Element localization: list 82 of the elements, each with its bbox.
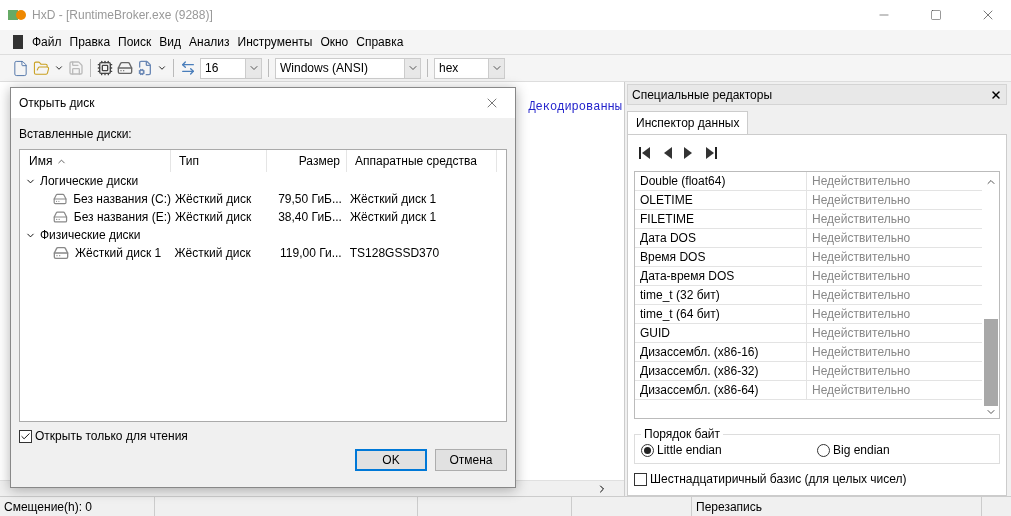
disk-hardware: TS128GSSD370	[348, 246, 441, 260]
offset-base-dropdown[interactable]: hex	[434, 57, 505, 79]
type-value: Недействительно	[811, 306, 912, 323]
panel-title: Специальные редакторы	[632, 87, 773, 102]
type-value: Недействительно	[811, 249, 912, 266]
width-icon[interactable]	[180, 60, 196, 76]
disk-hardware: Жёсткий диск 1	[348, 210, 438, 224]
type-value: Недействительно	[811, 268, 912, 285]
type-value: Недействительно	[811, 344, 912, 361]
column-header[interactable]: Тип	[171, 150, 267, 172]
menu-item[interactable]: Файл	[28, 35, 66, 49]
disk-hardware: Жёсткий диск 1	[348, 192, 438, 206]
column-header[interactable]: Имя	[21, 150, 171, 172]
type-name: Время DOS	[635, 248, 807, 266]
disk-row[interactable]: Без названия (C:) Жёсткий диск 79,50 ГиБ... Жёсткий диск 1	[21, 190, 505, 208]
dialog-button[interactable]: Отмена	[435, 449, 507, 471]
menu-item[interactable]: Справка	[352, 35, 408, 49]
type-value: Недействительно	[811, 173, 912, 190]
type-name: GUID	[635, 324, 807, 342]
menu-item[interactable]: Вид	[155, 35, 186, 49]
menu-item[interactable]: Анализ	[185, 35, 234, 49]
close-icon[interactable]	[990, 88, 1002, 101]
checkbox[interactable]: Открыть только для чтения	[19, 429, 507, 443]
check-icon	[20, 430, 31, 442]
file-icon[interactable]	[137, 60, 153, 76]
new-file-icon[interactable]	[12, 59, 29, 77]
type-name: Дата DOS	[635, 229, 807, 247]
maximize-icon	[930, 9, 942, 21]
tree-group[interactable]: Физические диски	[21, 226, 505, 244]
type-value: Недействительно	[811, 230, 912, 247]
caret-icon[interactable]	[157, 63, 167, 73]
type-name: time_t (64 бит)	[635, 305, 807, 323]
type-value: Недействительно	[811, 325, 912, 342]
disk-row[interactable]: Жёсткий диск 1 Жёсткий диск 119,00 Ги... TS128GSSD370	[21, 244, 505, 262]
type-name: Дата-время DOS	[635, 267, 807, 285]
charset-dropdown[interactable]: Windows (ANSI)	[275, 57, 421, 79]
menu-item[interactable]: Инструменты	[233, 35, 317, 49]
type-name: Double (float64)	[635, 172, 807, 190]
status-text: Перезапись	[692, 496, 982, 516]
column-header[interactable]: Размер	[267, 150, 347, 172]
disk-type: Жёсткий диск	[174, 192, 253, 206]
type-value: Недействительно	[811, 211, 912, 228]
type-value: Недействительно	[811, 192, 912, 209]
menu-item[interactable]: Поиск	[114, 35, 156, 49]
list-label: Вставленные диски:	[19, 127, 133, 141]
bytes-per-row-dropdown[interactable]: 16	[200, 57, 262, 79]
disk-size: 38,40 ГиБ...	[277, 210, 343, 224]
disk-name: Жёсткий диск 1	[75, 246, 162, 260]
menu-item[interactable]: Окно	[316, 35, 353, 49]
type-name: OLETIME	[635, 191, 807, 209]
disk-name: Без названия (C:)	[73, 192, 171, 206]
disk-row[interactable]: Без названия (E:) Жёсткий диск 38,40 ГиБ... Жёсткий диск 1	[21, 208, 505, 226]
tree-group[interactable]: Логические диски	[21, 172, 505, 190]
type-name: time_t (32 бит)	[635, 286, 807, 304]
tab[interactable]: Инспектор данных	[627, 111, 749, 134]
window-title: HxD - [RuntimeBroker.exe (9288)]	[32, 8, 214, 22]
type-value: Недействительно	[811, 382, 912, 399]
disk-name: Без названия (E:)	[73, 210, 171, 224]
type-name: Дизассембл. (x86-32)	[635, 362, 807, 380]
column-header: Декодированны	[528, 100, 622, 114]
disk-size: 79,50 ГиБ...	[277, 192, 343, 206]
type-name: Дизассембл. (x86-64)	[635, 381, 807, 399]
app-logo-icon	[8, 8, 26, 22]
type-name: FILETIME	[635, 210, 807, 228]
type-value: Недействительно	[811, 363, 912, 380]
checkbox[interactable]: Шестнадцатиричный базис (для целых чисел)	[634, 472, 1000, 486]
radio-button[interactable]: Little endian	[641, 443, 817, 457]
group-title: Порядок байт	[643, 427, 722, 441]
disk-size: 119,00 Ги...	[279, 246, 343, 260]
type-value: Недействительно	[811, 287, 912, 304]
type-name: Дизассембл. (x86-16)	[635, 343, 807, 361]
disk-type: Жёсткий диск	[173, 246, 252, 260]
menu-item[interactable]: Правка	[65, 35, 115, 49]
column-header[interactable]: Аппаратные средства	[347, 150, 497, 172]
last-icon[interactable]	[704, 146, 718, 160]
caret-icon[interactable]	[54, 63, 64, 73]
dialog-title: Открыть диск	[19, 96, 95, 110]
first-icon[interactable]	[638, 146, 652, 160]
disk-type: Жёсткий диск	[174, 210, 253, 224]
radio-button[interactable]: Big endian	[817, 443, 993, 457]
dialog-button[interactable]: OK	[355, 449, 427, 471]
status-text: Смещение(h): 0	[0, 496, 155, 516]
